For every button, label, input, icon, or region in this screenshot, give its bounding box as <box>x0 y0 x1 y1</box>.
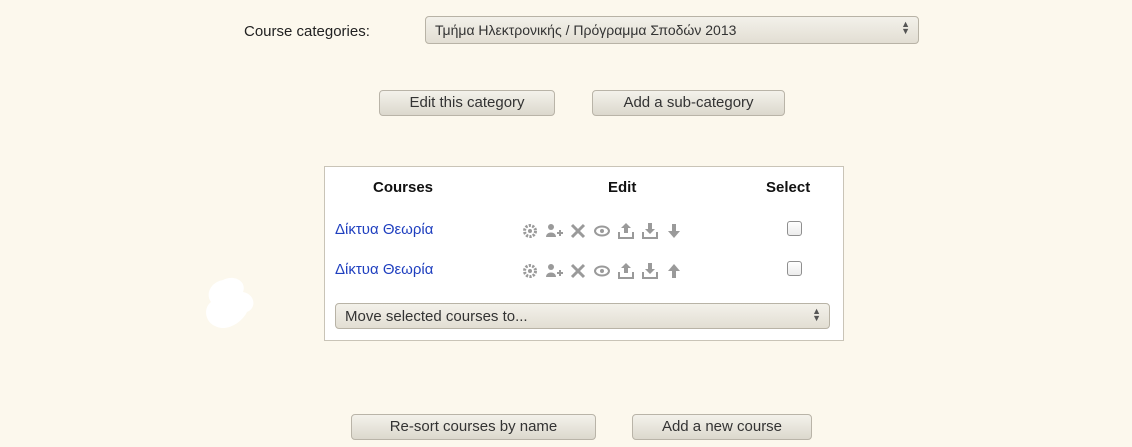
table-row: Δίκτυα Θεωρία <box>325 217 843 245</box>
enrol-users-icon[interactable] <box>545 220 563 242</box>
category-selector-row: Course categories: Τμήμα Ηλεκτρονικής / … <box>0 16 1132 46</box>
add-subcategory-button[interactable]: Add a sub-category <box>592 90 785 116</box>
visibility-icon[interactable] <box>593 220 611 242</box>
courses-header: Courses <box>373 179 434 196</box>
course-management-page: Course categories: Τμήμα Ηλεκτρονικής / … <box>0 0 1132 447</box>
category-label: Course categories: <box>244 23 370 40</box>
course-link[interactable]: Δίκτυα Θεωρία <box>335 221 433 238</box>
settings-icon[interactable] <box>521 260 539 282</box>
move-down-icon[interactable] <box>665 220 683 242</box>
course-select-checkbox[interactable] <box>787 261 802 276</box>
enrol-users-icon[interactable] <box>545 260 563 282</box>
select-arrows-icon: ▲ ▼ <box>901 19 910 36</box>
delete-icon[interactable] <box>569 260 587 282</box>
category-select[interactable]: Τμήμα Ηλεκτρονικής / Πρόγραμμα Σποδών 20… <box>425 16 919 44</box>
backup-icon[interactable] <box>617 260 635 282</box>
add-course-button[interactable]: Add a new course <box>632 414 812 440</box>
course-select-checkbox[interactable] <box>787 221 802 236</box>
decorative-blob <box>203 272 259 341</box>
visibility-icon[interactable] <box>593 260 611 282</box>
restore-icon[interactable] <box>641 220 659 242</box>
select-arrows-icon: ▲ ▼ <box>812 306 821 323</box>
resort-courses-button[interactable]: Re-sort courses by name <box>351 414 596 440</box>
restore-icon[interactable] <box>641 260 659 282</box>
delete-icon[interactable] <box>569 220 587 242</box>
edit-category-button[interactable]: Edit this category <box>379 90 555 116</box>
select-header: Select <box>766 179 811 196</box>
category-select-value: Τμήμα Ηλεκτρονικής / Πρόγραμμα Σποδών 20… <box>435 22 737 38</box>
table-row: Δίκτυα Θεωρία <box>325 257 843 285</box>
courses-table: Courses Edit Select Δίκτυα Θεωρία Δίκτυα… <box>324 166 844 341</box>
settings-icon[interactable] <box>521 220 539 242</box>
course-link[interactable]: Δίκτυα Θεωρία <box>335 261 433 278</box>
move-courses-select[interactable]: Move selected courses to... ▲ ▼ <box>335 303 830 329</box>
backup-icon[interactable] <box>617 220 635 242</box>
move-up-icon[interactable] <box>665 260 683 282</box>
move-courses-select-value: Move selected courses to... <box>345 308 528 325</box>
edit-header: Edit <box>608 179 637 196</box>
